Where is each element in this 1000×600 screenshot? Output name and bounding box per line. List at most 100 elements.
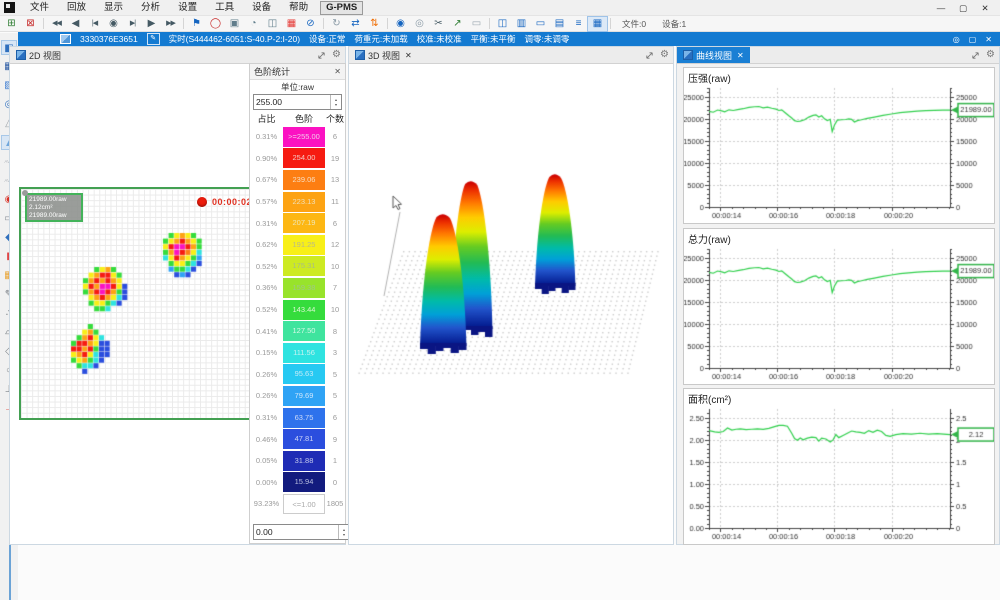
toolbar-layout-list-button[interactable]: ≡ xyxy=(569,17,588,31)
tab-curve-view[interactable]: 曲线视图 ✕ xyxy=(677,47,750,63)
scale-row-color-cell[interactable]: 159.38 xyxy=(283,278,325,298)
area-chart-box: 面积(cm²) xyxy=(683,388,995,545)
toolbar-region-button[interactable]: ▭ xyxy=(467,17,486,31)
scale-row-color-cell[interactable]: 63.75 xyxy=(283,408,325,428)
heatmap-canvas[interactable] xyxy=(21,189,249,418)
gear-icon[interactable]: ⚙ xyxy=(986,48,995,62)
scale-row-color-cell[interactable]: 175.31 xyxy=(283,256,325,276)
menu-item-4[interactable]: 设置 xyxy=(169,2,206,13)
scale-row-color-cell[interactable]: 223.13 xyxy=(283,192,325,212)
scale-row-percent: 0.57% xyxy=(250,197,283,206)
scale-row-2: 0.67%239.0613 xyxy=(250,169,345,191)
panel-restore-icon[interactable]: ◎ xyxy=(953,35,960,44)
expand-icon[interactable] xyxy=(645,51,654,60)
toolbar-record-stop-button[interactable]: ◉ xyxy=(104,17,123,31)
toolbar-sync-button[interactable]: ⇅ xyxy=(365,17,384,31)
scale-row-color-cell[interactable]: 111.56 xyxy=(283,343,325,363)
scale-row-color-cell[interactable]: 79.69 xyxy=(283,386,325,406)
toolbar-locate-button[interactable]: ◎ xyxy=(410,17,429,31)
scale-row-5: 0.62%191.2512 xyxy=(250,234,345,256)
scale-row-color-cell[interactable]: 47.81 xyxy=(283,429,325,449)
close-button[interactable]: ✕ xyxy=(974,1,996,15)
toolbar-transfer-button[interactable]: ⇄ xyxy=(346,17,365,31)
toolbar-go-first-button[interactable]: |◀ xyxy=(85,17,104,31)
menu-gpms[interactable]: G-PMS xyxy=(320,1,363,15)
color-scale-close-icon[interactable]: ✕ xyxy=(334,67,341,76)
col-percent: 占比 xyxy=(250,112,283,125)
scale-row-color-cell[interactable]: 143.44 xyxy=(283,300,325,320)
scale-row-color-cell[interactable]: >=255.00 xyxy=(283,127,325,147)
toolbar-fast-forward-button[interactable]: ▶▶ xyxy=(161,17,180,31)
menu-item-0[interactable]: 文件 xyxy=(21,2,58,13)
toolbar-pin-button[interactable]: ⚑ xyxy=(187,17,206,31)
toolbar-layout-columns-3-button[interactable]: ▥ xyxy=(512,17,531,31)
scale-min-input[interactable] xyxy=(254,525,338,539)
scale-max-input[interactable] xyxy=(254,95,330,109)
toolbar-cut-button[interactable]: ✂ xyxy=(429,17,448,31)
toolbar-color-scale-button[interactable]: ▦ xyxy=(282,17,301,31)
scale-row-percent: 0.62% xyxy=(250,240,283,249)
scale-row-15: 0.05%31.881 xyxy=(250,450,345,472)
expand-icon[interactable] xyxy=(317,51,326,60)
minimize-button[interactable]: — xyxy=(930,1,952,15)
scale-row-percent: 0.36% xyxy=(250,283,283,292)
scale-row-color-cell[interactable]: 127.50 xyxy=(283,321,325,341)
gear-icon[interactable]: ⚙ xyxy=(660,48,669,62)
toolbar-clear-button[interactable]: ⊘ xyxy=(301,17,320,31)
scale-row-16: 0.00%15.940 xyxy=(250,472,345,494)
info-box-handle[interactable] xyxy=(22,190,28,196)
toolbar-export-button[interactable]: ↗ xyxy=(448,17,467,31)
scale-row-percent: 0.26% xyxy=(250,391,283,400)
menu-item-5[interactable]: 工具 xyxy=(206,2,243,13)
panel-maximize-icon[interactable]: ▢ xyxy=(969,35,977,44)
toolbar-snapshot-button[interactable]: ▣ xyxy=(225,17,244,31)
scale-row-4: 0.31%207.196 xyxy=(250,212,345,234)
toolbar-new-button[interactable]: ⊞ xyxy=(2,17,21,31)
menu-item-6[interactable]: 设备 xyxy=(243,2,280,13)
tab-3d-view[interactable]: 3D 视图 ✕ xyxy=(349,47,418,63)
scale-row-count: 6 xyxy=(325,219,345,228)
scale-row-color-cell[interactable]: 15.94 xyxy=(283,472,325,492)
toolbar-layout-frame-button[interactable]: ▭ xyxy=(531,17,550,31)
toolbar-refresh-button[interactable]: ↻ xyxy=(327,17,346,31)
dock-curves-corner-icons: ⚙ xyxy=(971,48,995,62)
toolbar-rewind-button[interactable]: ◀◀ xyxy=(47,17,66,31)
menu-item-2[interactable]: 显示 xyxy=(95,2,132,13)
scale-max-spinner[interactable]: ▴ ▾ xyxy=(330,95,341,109)
gear-icon[interactable]: ⚙ xyxy=(332,48,341,62)
panel-close-icon[interactable]: ✕ xyxy=(985,35,992,44)
tab-curves-close-icon[interactable]: ✕ xyxy=(737,51,744,60)
spin-down-icon[interactable]: ▾ xyxy=(331,102,341,107)
toolbar-focus-button[interactable]: ◉ xyxy=(391,17,410,31)
toolbar-layout-screen-button[interactable]: ▤ xyxy=(550,17,569,31)
tab-2d-view[interactable]: 2D 视图 xyxy=(10,47,67,63)
toolbar-gauge-button[interactable]: ◔ xyxy=(244,17,263,31)
edit-icon[interactable]: ✎ xyxy=(147,33,160,45)
scale-row-color-cell[interactable]: 191.25 xyxy=(283,235,325,255)
restore-button[interactable]: ▢ xyxy=(952,1,974,15)
scale-row-color-cell[interactable]: 239.06 xyxy=(283,170,325,190)
toolbar-replay-video-button[interactable]: ◫ xyxy=(263,17,282,31)
toolbar-go-last-button[interactable]: ▶| xyxy=(123,17,142,31)
tab-3d-close-icon[interactable]: ✕ xyxy=(405,51,412,60)
scale-row-color-cell[interactable]: <=1.00 xyxy=(283,494,325,514)
surface-3d-canvas[interactable] xyxy=(349,63,673,544)
toolbar-layout-grid-button[interactable]: ▦ xyxy=(588,17,607,31)
toolbar-layout-columns-2-button[interactable]: ◫ xyxy=(493,17,512,31)
menu-item-3[interactable]: 分析 xyxy=(132,2,169,13)
scale-row-color-cell[interactable]: 31.88 xyxy=(283,451,325,471)
scale-row-percent: 0.46% xyxy=(250,435,283,444)
toolbar-play-button[interactable]: ▶ xyxy=(142,17,161,31)
scale-row-color-cell[interactable]: 207.19 xyxy=(283,213,325,233)
device-status-bar: 3330376E3651 ✎ 实时(S444462-6051:S-40.P-2:… xyxy=(18,32,1000,46)
panel-window-controls: ◎ ▢ ✕ xyxy=(953,35,1000,44)
toolbar-step-back-button[interactable]: ◀ xyxy=(66,17,85,31)
measurement-info-box[interactable]: 21989.00raw 2.12cm² 21989.00raw xyxy=(25,193,83,222)
menu-item-1[interactable]: 回放 xyxy=(58,2,95,13)
toolbar-delete-button[interactable]: ⊠ xyxy=(21,17,40,31)
menu-item-7[interactable]: 帮助 xyxy=(280,2,317,13)
toolbar-loop-button[interactable]: ◯ xyxy=(206,17,225,31)
scale-row-color-cell[interactable]: 254.00 xyxy=(283,148,325,168)
expand-icon[interactable] xyxy=(971,51,980,60)
scale-row-color-cell[interactable]: 95.63 xyxy=(283,364,325,384)
